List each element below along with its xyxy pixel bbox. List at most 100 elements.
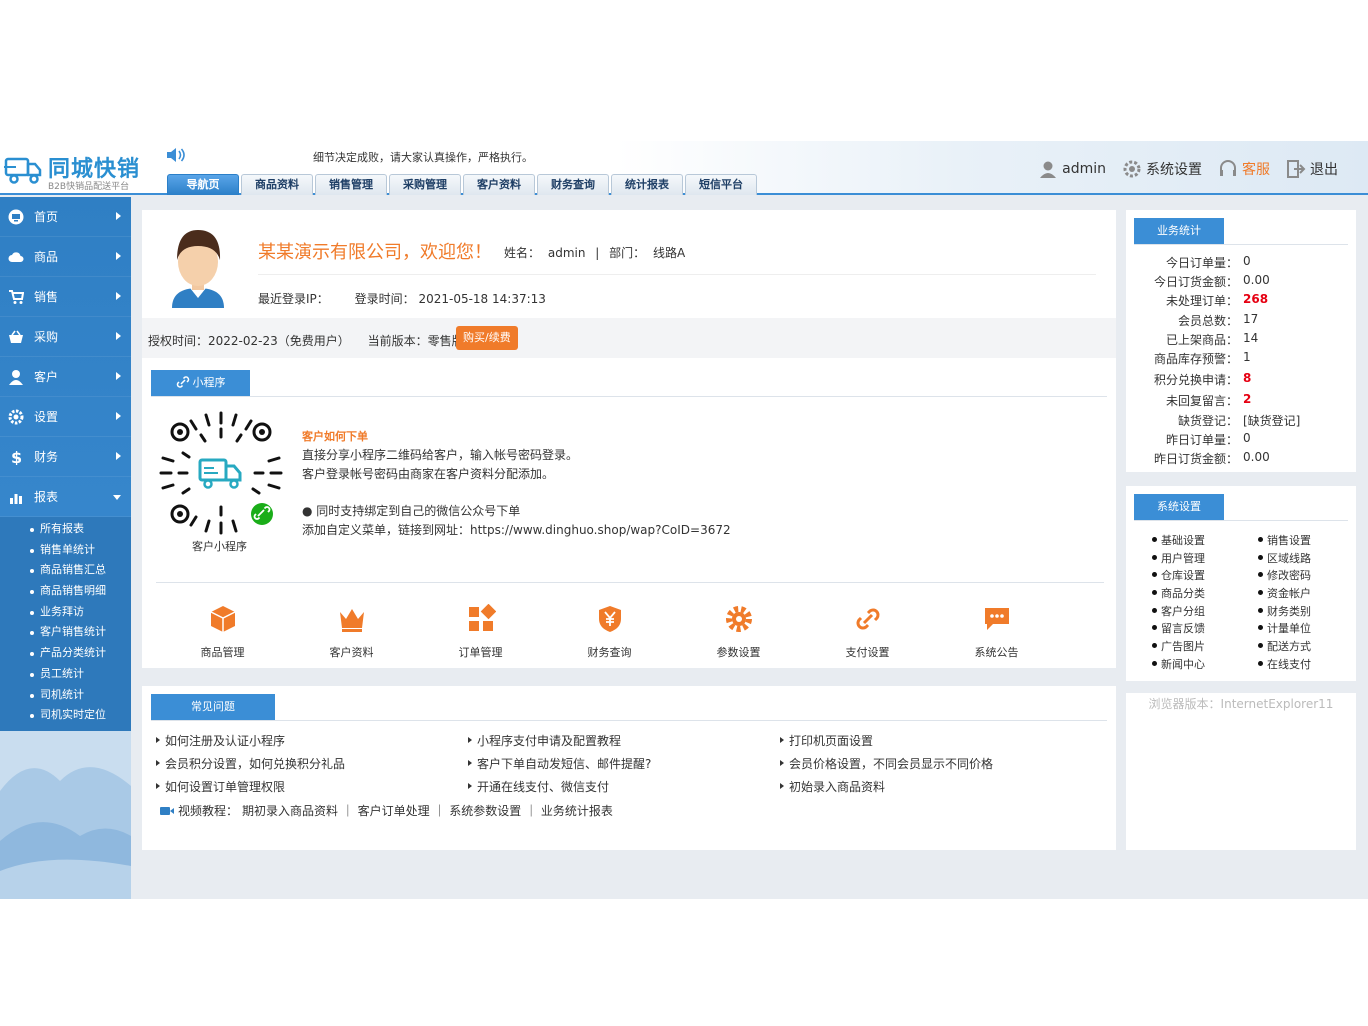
faq-link[interactable]: 客户下单自动发短信、邮件提醒? — [468, 755, 651, 772]
faq-link[interactable]: 打印机页面设置 — [780, 732, 873, 749]
sidebar-item-label: 销售 — [34, 290, 59, 304]
login-time-value: 2021-05-18 14:37:13 — [418, 292, 546, 306]
stat-value: 0.00 — [1243, 273, 1270, 287]
customer-service-link[interactable]: 客服 — [1218, 159, 1270, 179]
video-links[interactable]: 期初录入商品资料 ｜ 客户订单处理 ｜ 系统参数设置 ｜ 业务统计报表 — [242, 802, 613, 819]
quick-link-finance[interactable]: 财务查询 — [545, 604, 674, 660]
stock-shortage-link[interactable]: [缺货登记] — [1243, 412, 1300, 429]
settings-link[interactable]: 留言反馈 — [1152, 620, 1205, 636]
crown-icon — [339, 609, 364, 632]
dollar-icon: $ — [11, 449, 22, 465]
user-info: 姓名： admin | 部门： 线路A — [504, 246, 686, 260]
system-settings-link[interactable]: 系统设置 — [1122, 159, 1202, 179]
submenu-item[interactable]: 商品销售汇总 — [30, 560, 131, 581]
stat-value: 1 — [1243, 350, 1251, 364]
submenu-item[interactable]: 司机统计 — [30, 685, 131, 706]
link-icon — [856, 608, 879, 630]
submenu-item[interactable]: 商品销售明细 — [30, 581, 131, 602]
user-icon — [1040, 161, 1057, 178]
quick-link-goods[interactable]: 商品管理 — [158, 604, 287, 660]
settings-link[interactable]: 财务类别 — [1258, 603, 1311, 619]
settings-link[interactable]: 广告图片 — [1152, 638, 1205, 654]
tab-sms[interactable]: 短信平台 — [685, 174, 757, 195]
settings-link[interactable]: 区域线路 — [1258, 550, 1311, 566]
buy-renew-button[interactable]: 购买/续费 — [456, 326, 518, 350]
tab-nav-home[interactable]: 导航页 — [167, 174, 239, 195]
sidebar-item-home[interactable]: 首页 — [0, 197, 131, 237]
user-menu[interactable]: admin — [1038, 159, 1106, 179]
faq-link[interactable]: 初始录入商品资料 — [780, 778, 885, 795]
tab-finance[interactable]: 财务查询 — [537, 174, 609, 195]
stat-label: 缺货登记： — [1177, 414, 1238, 428]
settings-link[interactable]: 新闻中心 — [1152, 656, 1205, 672]
divider — [258, 274, 1096, 275]
tab-purchase[interactable]: 采购管理 — [389, 174, 461, 195]
stat-label: 未回复留言： — [1165, 394, 1238, 408]
settings-link[interactable]: 商品分类 — [1152, 585, 1205, 601]
customer-service-label: 客服 — [1242, 162, 1270, 178]
submenu-item[interactable]: 销售单统计 — [30, 540, 131, 561]
faq-link[interactable]: 会员积分设置，如何兑换积分礼品 — [156, 755, 345, 772]
quick-link-payment[interactable]: 支付设置 — [803, 604, 932, 660]
stat-value-alert[interactable]: 2 — [1243, 392, 1251, 406]
settings-link[interactable]: 销售设置 — [1258, 532, 1311, 548]
submenu-item[interactable]: 产品分类统计 — [30, 643, 131, 664]
miniprogram-qr-code[interactable] — [158, 410, 284, 536]
submenu-item[interactable]: 司机实时定位 — [30, 705, 131, 726]
faq-link[interactable]: 如何设置订单管理权限 — [156, 778, 285, 795]
settings-link[interactable]: 用户管理 — [1152, 550, 1205, 566]
stat-label: 今日订货金额： — [1153, 275, 1238, 289]
sidebar-item-goods[interactable]: 商品 — [0, 237, 131, 277]
stat-value-alert[interactable]: 268 — [1243, 292, 1268, 306]
mountain-background-image — [0, 731, 131, 899]
tab-goods[interactable]: 商品资料 — [241, 174, 313, 195]
tab-reports[interactable]: 统计报表 — [611, 174, 683, 195]
last-ip-label: 最近登录IP： — [258, 292, 329, 306]
settings-link[interactable]: 仓库设置 — [1152, 567, 1205, 583]
cloud-icon — [8, 251, 24, 262]
chevron-right-icon — [116, 332, 121, 340]
submenu-item[interactable]: 员工统计 — [30, 664, 131, 685]
user-name-value: admin — [547, 246, 586, 260]
stat-label: 未处理订单： — [1165, 294, 1238, 308]
tab-customers[interactable]: 客户资料 — [463, 174, 535, 195]
tab-sales[interactable]: 销售管理 — [315, 174, 387, 195]
faq-link[interactable]: 会员价格设置，不同会员显示不同价格 — [780, 755, 993, 772]
submenu-item[interactable]: 所有报表 — [30, 519, 131, 540]
settings-link[interactable]: 基础设置 — [1152, 532, 1205, 548]
stat-label: 已上架商品： — [1165, 333, 1238, 347]
settings-link[interactable]: 客户分组 — [1152, 603, 1205, 619]
submenu-item[interactable]: 客户销售统计 — [30, 622, 131, 643]
quick-link-params[interactable]: 参数设置 — [674, 604, 803, 660]
settings-link[interactable]: 修改密码 — [1258, 567, 1311, 583]
instruction-text: 直接分享小程序二维码给客户，输入帐号密码登录。 — [302, 448, 579, 462]
quick-link-label: 客户资料 — [329, 646, 374, 659]
stat-value-alert[interactable]: 8 — [1243, 371, 1251, 385]
divider — [1134, 520, 1348, 521]
quick-link-customers[interactable]: 客户资料 — [287, 604, 416, 660]
sidebar-item-reports[interactable]: 报表 — [0, 477, 131, 517]
sidebar-item-customers[interactable]: 客户 — [0, 357, 131, 397]
sidebar-item-purchase[interactable]: 采购 — [0, 317, 131, 357]
faq-link[interactable]: 小程序支付申请及配置教程 — [468, 732, 621, 749]
settings-link[interactable]: 资金帐户 — [1258, 585, 1311, 601]
avatar — [172, 230, 224, 308]
sidebar-item-settings[interactable]: 设置 — [0, 397, 131, 437]
settings-link[interactable]: 计量单位 — [1258, 620, 1311, 636]
faq-link[interactable]: 开通在线支付、微信支付 — [468, 778, 609, 795]
faq-link[interactable]: 如何注册及认证小程序 — [156, 732, 285, 749]
submenu-item[interactable]: 业务拜访 — [30, 602, 131, 623]
quick-link-orders[interactable]: 订单管理 — [416, 604, 545, 660]
settings-link[interactable]: 在线支付 — [1258, 656, 1311, 672]
stat-label: 昨日订货金额： — [1153, 452, 1238, 466]
welcome-panel: 某某演示有限公司，欢迎您！ 姓名： admin | 部门： 线路A 最近登录IP… — [142, 210, 1116, 668]
svg-text:$: $ — [11, 449, 22, 465]
video-label: 视频教程： — [178, 804, 239, 818]
qr-code-label: 客户小程序 — [192, 540, 247, 553]
chat-icon — [984, 608, 1009, 630]
quick-link-announcements[interactable]: 系统公告 — [932, 604, 1061, 660]
logout-link[interactable]: 退出 — [1286, 159, 1338, 179]
settings-link[interactable]: 配送方式 — [1258, 638, 1311, 654]
sidebar-item-sales[interactable]: 销售 — [0, 277, 131, 317]
sidebar-item-finance[interactable]: $ 财务 — [0, 437, 131, 477]
